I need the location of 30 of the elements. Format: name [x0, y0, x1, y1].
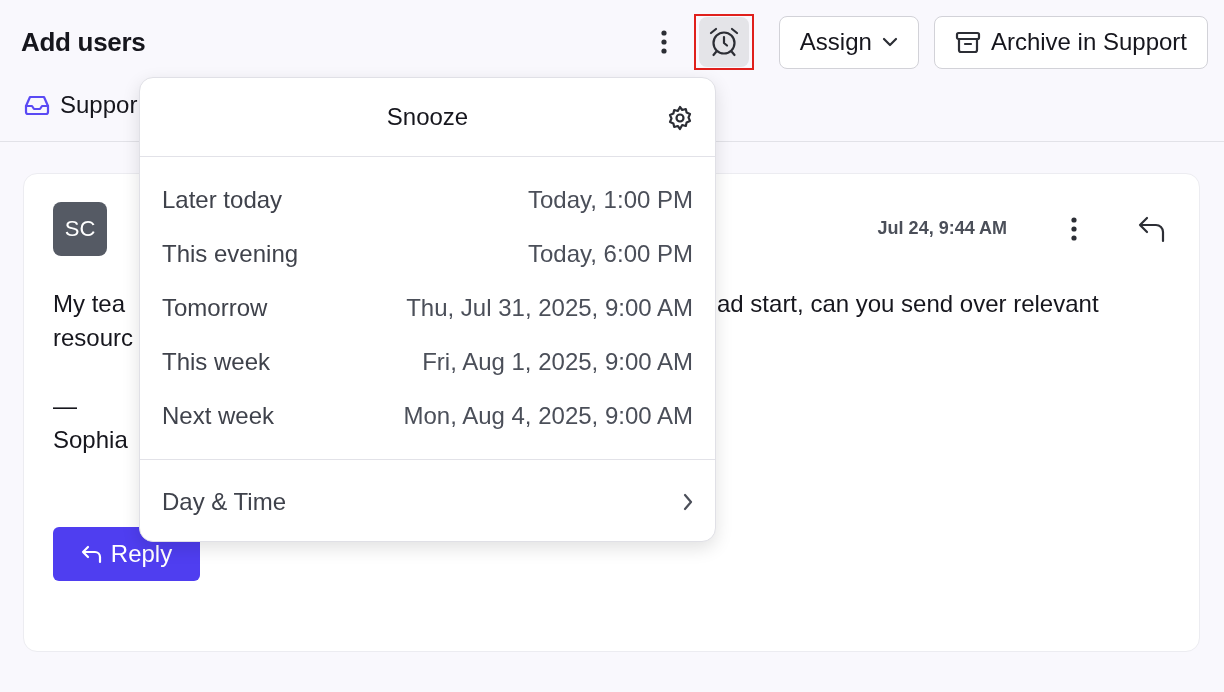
snooze-time: Today, 6:00 PM — [528, 240, 693, 268]
menu-title: Snooze — [386, 103, 469, 131]
snooze-option[interactable]: Next week Mon, Aug 4, 2025, 9:00 AM — [140, 389, 715, 443]
snooze-option[interactable]: Later today Today, 1:00 PM — [140, 173, 715, 227]
archive-button[interactable]: Archive in Support — [933, 15, 1208, 69]
snooze-time: Mon, Aug 4, 2025, 9:00 AM — [403, 402, 693, 430]
chevron-down-icon — [881, 37, 898, 47]
snooze-option[interactable]: This week Fri, Aug 1, 2025, 9:00 AM — [140, 335, 715, 389]
chevron-right-icon — [683, 493, 693, 511]
message-text: Sophia — [53, 425, 128, 455]
snooze-time: Thu, Jul 31, 2025, 9:00 AM — [406, 294, 693, 322]
message-time: Jul 24, 9:44 AM — [877, 218, 1007, 239]
assign-button[interactable]: Assign — [778, 15, 919, 69]
avatar: SC — [53, 202, 107, 256]
message-text: My tea — [53, 289, 126, 319]
more-icon — [1070, 216, 1078, 242]
more-icon — [659, 29, 668, 55]
reply-arrow-icon — [1137, 214, 1167, 244]
message-text: resourc — [53, 323, 134, 353]
page-title: Add users — [21, 26, 147, 58]
snooze-option[interactable]: Tomorrow Thu, Jul 31, 2025, 9:00 AM — [140, 281, 715, 335]
reply-arrow-icon — [80, 544, 103, 564]
message-text: ad start, can you send over relevant — [717, 289, 1099, 319]
snooze-time: Fri, Aug 1, 2025, 9:00 AM — [422, 348, 693, 376]
archive-icon — [954, 30, 981, 54]
settings-icon — [667, 105, 693, 131]
snooze-time: Today, 1:00 PM — [528, 186, 693, 214]
snooze-option[interactable]: This evening Today, 6:00 PM — [140, 227, 715, 281]
inbox-label[interactable]: Suppor — [60, 90, 138, 119]
message-text: — — [53, 391, 77, 421]
